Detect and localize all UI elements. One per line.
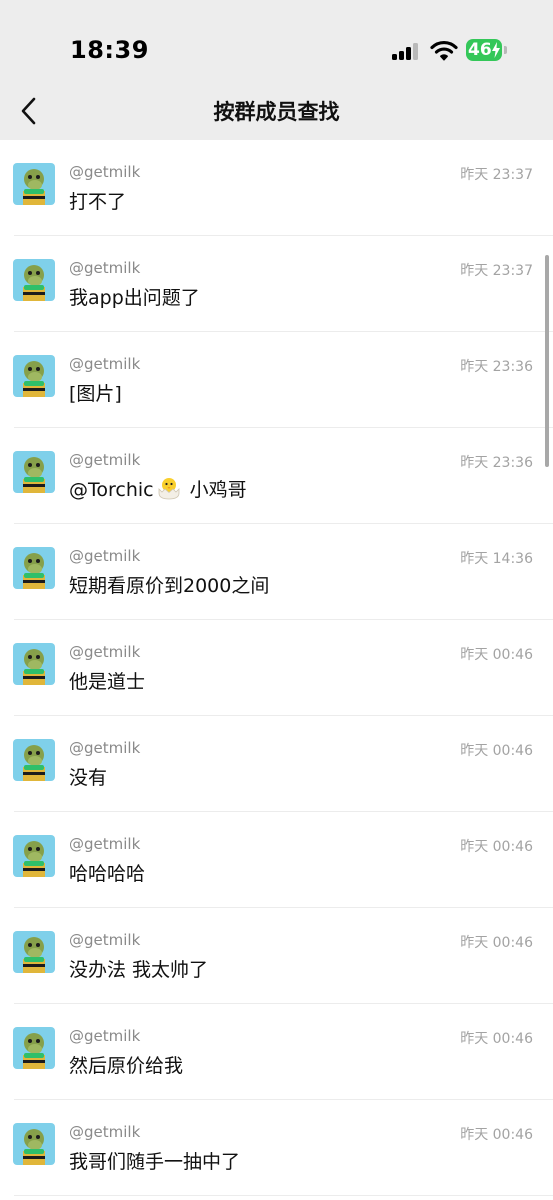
list-item[interactable]: @getmilk 昨天 00:46 然后原价给我 [0, 1004, 553, 1100]
message-text: 哈哈哈哈 [69, 863, 146, 885]
message-time: 昨天 23:37 [460, 167, 533, 183]
list-item[interactable]: @getmilk 昨天 14:36 短期看原价到2000之间 [0, 524, 553, 620]
cellular-signal-icon [392, 42, 420, 60]
list-item[interactable]: @getmilk 昨天 00:46 没有 [0, 716, 553, 812]
avatar[interactable] [13, 451, 55, 493]
message-time: 昨天 00:46 [460, 743, 533, 759]
sender-name: @getmilk [69, 931, 141, 949]
sender-name: @getmilk [69, 163, 141, 181]
avatar[interactable] [13, 163, 55, 205]
message-time: 昨天 23:36 [460, 359, 533, 375]
message-suffix-text: 小鸡哥 [183, 479, 247, 501]
avatar[interactable] [13, 931, 55, 973]
message-text: 我哥们随手一抽中了 [69, 1151, 241, 1173]
list-item[interactable]: @getmilk 昨天 00:46 没办法 我太帅了 [0, 908, 553, 1004]
sender-name: @getmilk [69, 355, 141, 373]
sender-name: @getmilk [69, 1123, 141, 1141]
message-text: 没办法 我太帅了 [69, 959, 209, 981]
message-time: 昨天 00:46 [460, 647, 533, 663]
avatar[interactable] [13, 739, 55, 781]
sender-name: @getmilk [69, 1027, 141, 1045]
sender-name: @getmilk [69, 547, 141, 565]
page-title: 按群成员查找 [213, 100, 340, 124]
hatching-chick-icon [158, 478, 180, 500]
avatar[interactable] [13, 1027, 55, 1069]
message-time: 昨天 14:36 [460, 551, 533, 567]
wifi-icon [430, 40, 458, 61]
list-item[interactable]: @getmilk 昨天 23:37 打不了 [0, 140, 553, 236]
message-time: 昨天 00:46 [460, 1127, 533, 1143]
list-item[interactable]: @getmilk 昨天 00:46 他是道士 [0, 620, 553, 716]
charging-bolt-icon [492, 42, 500, 58]
list-item[interactable]: @getmilk 昨天 23:37 我app出问题了 [0, 236, 553, 332]
sender-name: @getmilk [69, 835, 141, 853]
message-text: [图片] [69, 383, 122, 405]
divider [14, 1195, 553, 1196]
message-time: 昨天 00:46 [460, 935, 533, 951]
battery-indicator: 46 [466, 39, 502, 61]
avatar[interactable] [13, 355, 55, 397]
mention-text: @Torchic [69, 479, 154, 501]
avatar[interactable] [13, 835, 55, 877]
message-time: 昨天 00:46 [460, 839, 533, 855]
status-time: 18:39 [70, 36, 149, 64]
message-time: 昨天 00:46 [460, 1031, 533, 1047]
message-text: 打不了 [69, 191, 127, 213]
list-item[interactable]: @getmilk 昨天 23:36 @Torchic 小鸡哥 [0, 428, 553, 524]
message-time: 昨天 23:36 [460, 455, 533, 471]
list-item[interactable]: @getmilk 昨天 00:46 哈哈哈哈 [0, 812, 553, 908]
avatar[interactable] [13, 259, 55, 301]
battery-level: 46 [468, 40, 492, 60]
battery-tip [504, 46, 507, 54]
avatar[interactable] [13, 643, 55, 685]
message-text: 没有 [69, 767, 108, 789]
message-time: 昨天 23:37 [460, 263, 533, 279]
sender-name: @getmilk [69, 451, 141, 469]
list-item[interactable]: @getmilk 昨天 23:36 [图片] [0, 332, 553, 428]
scrollbar[interactable] [545, 255, 549, 467]
list-item[interactable]: @getmilk 昨天 00:46 我哥们随手一抽中了 [0, 1100, 553, 1196]
message-text: 然后原价给我 [69, 1055, 184, 1077]
message-list: @getmilk 昨天 23:37 打不了 @getmilk 昨天 23:37 … [0, 140, 553, 1196]
status-and-nav-header: 18:39 46 按群成员查找 [0, 0, 553, 140]
sender-name: @getmilk [69, 259, 141, 277]
avatar[interactable] [13, 547, 55, 589]
message-text: 短期看原价到2000之间 [69, 575, 270, 597]
avatar[interactable] [13, 1123, 55, 1165]
message-text: @Torchic 小鸡哥 [69, 475, 247, 502]
sender-name: @getmilk [69, 739, 141, 757]
sender-name: @getmilk [69, 643, 141, 661]
message-text: 他是道士 [69, 671, 146, 693]
message-text: 我app出问题了 [69, 287, 200, 309]
